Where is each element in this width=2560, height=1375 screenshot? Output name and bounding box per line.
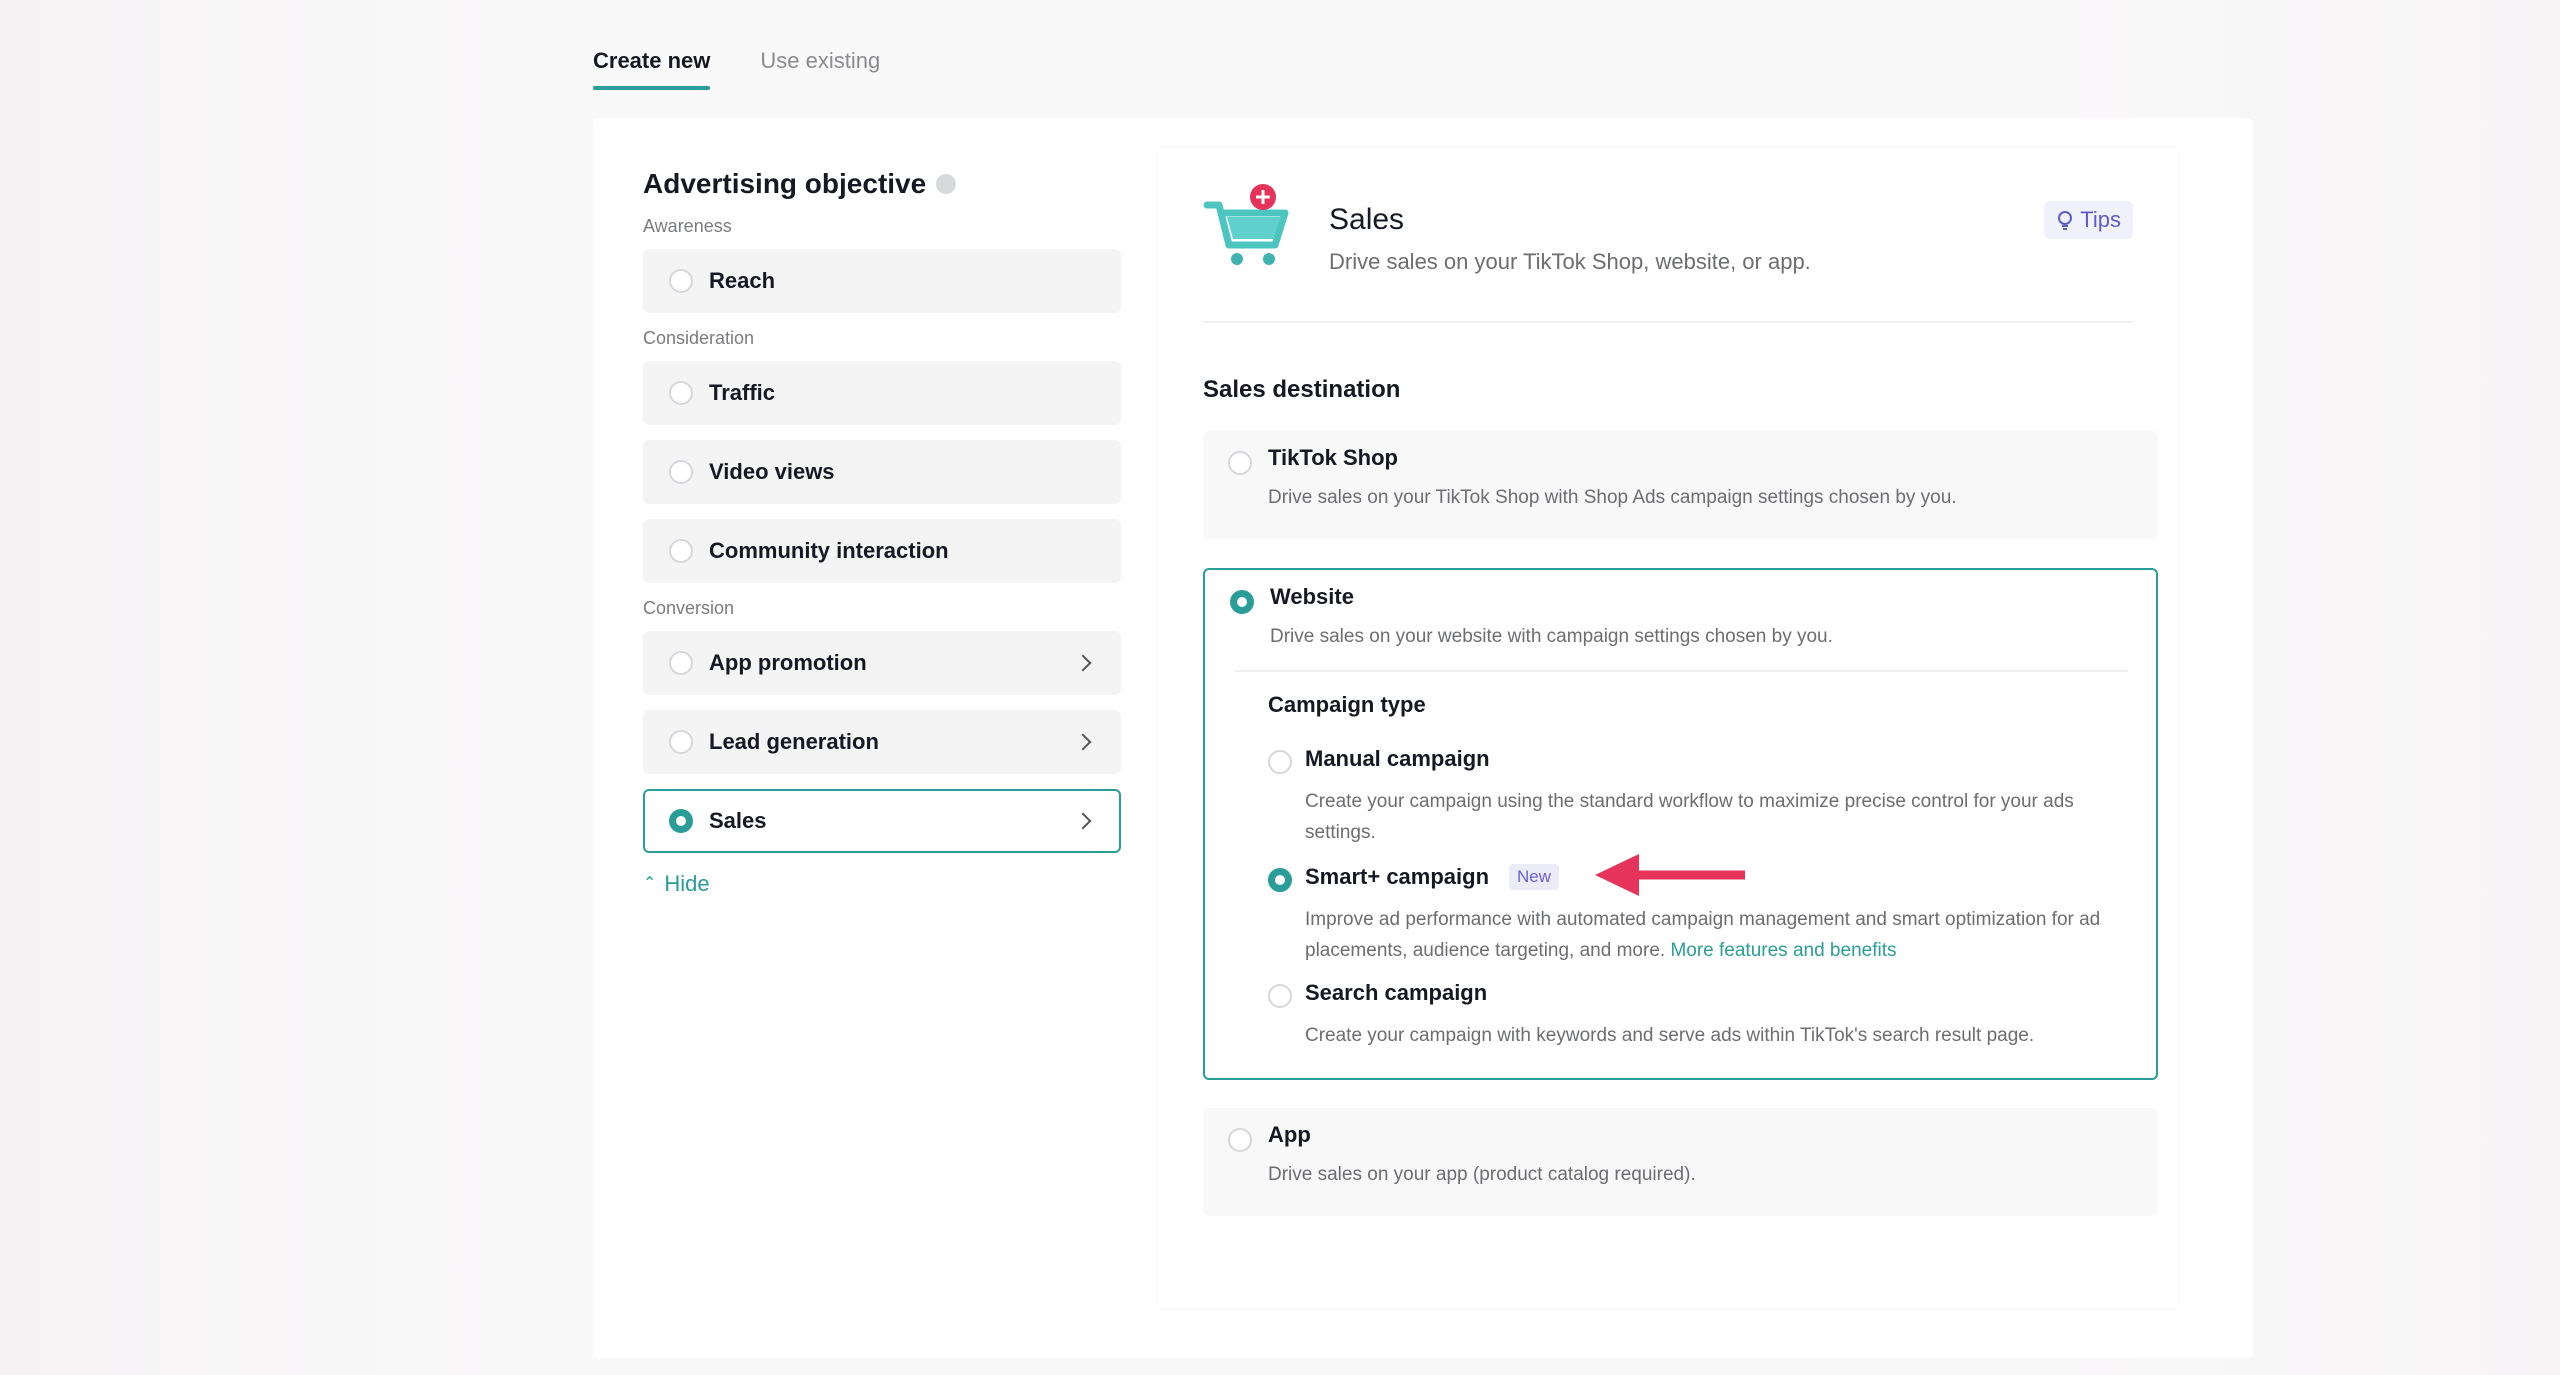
tips-button[interactable]: Tips bbox=[2044, 201, 2133, 239]
group-label-conversion: Conversion bbox=[643, 598, 735, 618]
sales-destination-title: Sales destination bbox=[1203, 376, 1401, 403]
hide-label: Hide bbox=[664, 871, 710, 896]
annotation-arrow-icon bbox=[1595, 854, 1745, 896]
objective-traffic[interactable]: Traffic bbox=[643, 361, 1121, 425]
campaign-smart-label: Smart+ campaign bbox=[1305, 864, 1490, 889]
campaign-label: Smart+ campaign New bbox=[1305, 864, 1560, 890]
info-icon[interactable] bbox=[936, 174, 957, 194]
campaign-manual-label: Manual campaign bbox=[1305, 746, 1490, 771]
campaign-search[interactable]: Search campaign Create your campaign wit… bbox=[1268, 980, 2128, 1050]
tab-create-new[interactable]: Create new bbox=[593, 48, 711, 90]
radio-icon[interactable] bbox=[669, 651, 693, 675]
hide-button[interactable]: ⌃ Hide bbox=[643, 871, 1121, 897]
more-features-link[interactable]: More features and benefits bbox=[1670, 940, 1896, 961]
radio-icon[interactable] bbox=[669, 460, 693, 484]
destination-tiktok-shop[interactable]: TikTok Shop Drive sales on your TikTok S… bbox=[1203, 431, 2158, 539]
radio-icon[interactable] bbox=[669, 269, 693, 293]
chevron-right-icon bbox=[1074, 733, 1092, 751]
campaign-search-label: Search campaign bbox=[1305, 980, 1488, 1005]
objective-list: Advertising objective Awareness Reach Co… bbox=[643, 168, 1121, 897]
destination-desc: Drive sales on your TikTok Shop with Sho… bbox=[1268, 487, 1957, 508]
shopping-cart-icon bbox=[1203, 184, 1289, 265]
group-label-awareness: Awareness bbox=[643, 216, 732, 236]
objective-title: Advertising objective bbox=[643, 168, 927, 199]
campaign-label: Manual campaign bbox=[1305, 746, 1490, 772]
lightbulb-icon bbox=[2058, 211, 2073, 230]
objective-video-views[interactable]: Video views bbox=[643, 440, 1121, 504]
sales-subtitle: Drive sales on your TikTok Shop, website… bbox=[1329, 249, 1811, 274]
objective-label: Sales bbox=[709, 808, 767, 833]
divider bbox=[1235, 670, 2128, 672]
sales-title: Sales bbox=[1329, 203, 1405, 236]
radio-selected-icon[interactable] bbox=[1230, 590, 1254, 614]
objective-app-promotion[interactable]: App promotion bbox=[643, 631, 1121, 695]
radio-icon[interactable] bbox=[669, 539, 693, 563]
new-badge: New bbox=[1509, 864, 1560, 890]
radio-icon[interactable] bbox=[1268, 750, 1292, 774]
objective-reach[interactable]: Reach bbox=[643, 249, 1121, 313]
double-chevron-up-icon: ⌃ bbox=[643, 875, 657, 892]
radio-icon[interactable] bbox=[1228, 1128, 1252, 1152]
objective-lead-generation[interactable]: Lead generation bbox=[643, 710, 1121, 774]
sales-panel: Sales Drive sales on your TikTok Shop, w… bbox=[1158, 148, 2178, 1308]
destination-label: Website bbox=[1270, 584, 1354, 609]
chevron-right-icon bbox=[1074, 654, 1092, 672]
radio-icon[interactable] bbox=[669, 381, 693, 405]
objective-label: Video views bbox=[709, 459, 835, 484]
destination-label: TikTok Shop bbox=[1268, 445, 1398, 470]
radio-icon[interactable] bbox=[1228, 451, 1252, 475]
tab-use-existing[interactable]: Use existing bbox=[760, 48, 880, 90]
tips-label: Tips bbox=[2080, 207, 2121, 232]
campaign-desc: Improve ad performance with automated ca… bbox=[1305, 904, 2125, 966]
group-label-consideration: Consideration bbox=[643, 328, 755, 348]
objective-label: Lead generation bbox=[709, 729, 879, 754]
campaign-desc: Create your campaign using the standard … bbox=[1305, 791, 2074, 843]
destination-app[interactable]: App Drive sales on your app (product cat… bbox=[1203, 1108, 2158, 1216]
sales-header: Sales Drive sales on your TikTok Shop, w… bbox=[1203, 183, 2133, 323]
destination-desc: Drive sales on your app (product catalog… bbox=[1268, 1164, 1696, 1185]
objective-label: App promotion bbox=[709, 650, 867, 675]
radio-selected-icon[interactable] bbox=[669, 809, 693, 833]
objective-header: Advertising objective bbox=[643, 168, 1121, 200]
objective-label: Traffic bbox=[709, 380, 776, 405]
destination-label: App bbox=[1268, 1122, 1311, 1147]
campaign-label: Search campaign bbox=[1305, 980, 1487, 1006]
objective-label: Community interaction bbox=[709, 538, 949, 563]
campaign-type-title: Campaign type bbox=[1268, 692, 1426, 717]
objective-community-interaction[interactable]: Community interaction bbox=[643, 519, 1121, 583]
chevron-right-icon bbox=[1074, 812, 1092, 830]
campaign-setup-card: Advertising objective Awareness Reach Co… bbox=[593, 118, 2253, 1358]
objective-label: Reach bbox=[709, 268, 776, 293]
campaign-manual[interactable]: Manual campaign Create your campaign usi… bbox=[1268, 746, 2128, 846]
radio-icon[interactable] bbox=[669, 730, 693, 754]
campaign-desc: Create your campaign with keywords and s… bbox=[1305, 1025, 2035, 1046]
radio-icon[interactable] bbox=[1268, 984, 1292, 1008]
destination-desc: Drive sales on your website with campaig… bbox=[1270, 626, 1833, 647]
objective-sales[interactable]: Sales bbox=[643, 789, 1121, 853]
tab-bar: Create new Use existing bbox=[593, 48, 880, 90]
destination-website[interactable]: Website Drive sales on your website with… bbox=[1203, 568, 2158, 1080]
radio-selected-icon[interactable] bbox=[1268, 868, 1292, 892]
